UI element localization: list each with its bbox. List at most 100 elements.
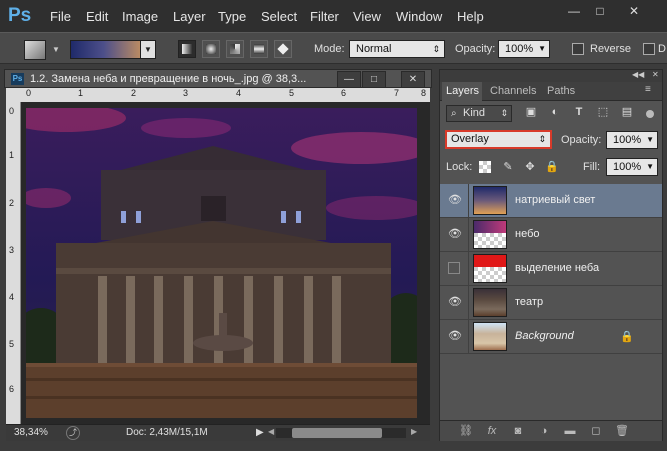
photoshop-logo: Ps [8,5,32,26]
layer-row-sky-selection[interactable]: выделение неба [440,252,662,286]
close-panel-icon[interactable]: ✕ [652,70,659,79]
eye-icon[interactable]: 👁 [448,330,462,343]
lock-label: Lock: [446,161,473,173]
layer-thumbnail[interactable] [473,186,507,215]
red-mask-fill [474,255,506,267]
chevron-down-icon[interactable]: ▼ [52,45,60,54]
reverse-checkbox[interactable] [572,43,584,55]
layer-name[interactable]: выделение неба [515,262,599,274]
lock-transparency-icon[interactable] [479,161,491,173]
menu-type[interactable]: Type [218,9,246,24]
layer-thumbnail[interactable] [473,254,507,283]
lock-all-icon[interactable]: 🔒 [545,160,559,174]
shape-filter-icon[interactable]: ⬚ [596,105,610,119]
layer-style-icon[interactable]: fx [484,424,500,438]
document-info[interactable]: Doc: 2,43M/15,1M [126,427,208,438]
minimize-window-button[interactable]: — [566,4,582,18]
layer-name[interactable]: Background [515,330,574,342]
tab-paths[interactable]: Paths [547,85,575,97]
layer-name[interactable]: небо [515,228,540,240]
menu-image[interactable]: Image [122,9,158,24]
document-canvas[interactable] [26,108,417,418]
eye-icon[interactable]: 👁 [448,228,462,241]
type-filter-icon[interactable]: T [572,105,586,119]
pixel-filter-icon[interactable]: ▣ [524,105,538,119]
menu-edit[interactable]: Edit [86,9,108,24]
gradient-tool-preset-icon[interactable] [24,40,46,60]
eye-icon[interactable]: 👁 [448,296,462,309]
radial-gradient-button[interactable] [202,40,220,58]
layer-row-natrium-light[interactable]: 👁 натриевый свет [440,184,662,218]
chevron-down-icon: ▼ [646,135,654,144]
layer-name[interactable]: натриевый свет [515,194,595,206]
menu-file[interactable]: File [50,9,71,24]
visibility-toggle[interactable] [448,262,460,274]
opacity-value: 100% [505,43,534,55]
layer-thumbnail[interactable] [473,288,507,317]
diamond-gradient-button[interactable] [274,40,292,58]
tab-channels[interactable]: Channels [490,85,536,97]
filter-toggle-icon[interactable] [646,110,654,118]
adjustment-filter-icon[interactable]: ◐ [548,105,562,119]
dither-checkbox[interactable] [643,43,655,55]
tab-layers[interactable]: Layers [446,85,479,97]
document-tab[interactable]: Ps 1.2. Замена неба и превращение в ночь… [4,69,432,88]
menu-select[interactable]: Select [261,9,297,24]
new-layer-icon[interactable]: ◻ [588,424,604,438]
divider [468,320,469,353]
fill-input[interactable]: 100% ▼ [606,158,658,176]
menu-view[interactable]: View [353,9,381,24]
blend-mode-select[interactable]: Overlay ⇕ [445,130,552,149]
menu-help[interactable]: Help [457,9,484,24]
eye-icon[interactable]: 👁 [448,194,462,207]
linear-gradient-button[interactable] [178,40,196,58]
diamond-gradient-icon [277,43,289,55]
add-mask-icon[interactable]: ◙ [510,424,526,438]
layer-opacity-input[interactable]: 100% ▼ [606,131,658,149]
ruler-label: 5 [289,88,295,98]
new-group-icon[interactable]: ▬ [562,424,578,438]
filter-kind-select[interactable]: ⌕ Kind ⇕ [446,105,512,122]
layer-filter-row: ⌕ Kind ⇕ ▣ ◐ T ⬚ ▤ [440,100,662,126]
sky-thumbnail-fill [474,221,506,233]
doc-minimize-button[interactable]: — [337,71,361,88]
layer-thumbnail[interactable] [473,322,507,351]
link-layers-icon[interactable]: ⛓ [458,424,474,438]
gradient-picker-dropdown[interactable]: ▼ [140,40,156,59]
menu-window[interactable]: Window [396,9,442,24]
menu-layer[interactable]: Layer [173,9,206,24]
panel-menu-icon[interactable]: ≡ [645,84,651,95]
share-icon[interactable]: ⤴ [66,426,80,440]
delete-layer-icon[interactable]: 🗑 [614,424,630,438]
zoom-level[interactable]: 38,34% [14,427,48,438]
angle-gradient-button[interactable] [226,40,244,58]
restore-window-button[interactable]: □ [592,4,608,18]
chevron-down-icon: ▼ [538,44,546,53]
layer-row-background[interactable]: 👁 Background 🔒 [440,320,662,354]
layer-name[interactable]: театр [515,296,543,308]
play-arrow-icon[interactable]: ▶ [256,427,264,438]
adjustment-layer-icon[interactable]: ◑ [536,424,552,438]
opacity-input[interactable]: 100% ▼ [498,40,550,58]
layer-row-theatre[interactable]: 👁 театр [440,286,662,320]
updown-arrows-icon: ⇕ [538,134,546,144]
layer-row-sky[interactable]: 👁 небо [440,218,662,252]
scroll-left-icon[interactable]: ◀ [268,427,274,436]
scrollbar-thumb[interactable] [292,428,382,438]
mode-select[interactable]: Normal ⇕ [349,40,445,58]
close-window-button[interactable]: ✕ [626,4,642,18]
lock-icon: 🔒 [620,331,634,343]
smart-object-filter-icon[interactable]: ▤ [620,105,634,119]
lock-position-icon[interactable]: ✥ [523,160,537,174]
layer-thumbnail[interactable] [473,220,507,249]
lock-brush-icon[interactable]: ✎ [501,160,515,174]
reflected-gradient-button[interactable] [250,40,268,58]
scroll-right-icon[interactable]: ▶ [411,427,417,436]
reflected-gradient-icon [254,44,264,54]
doc-close-button[interactable]: ✕ [401,71,425,88]
doc-restore-button[interactable]: □ [362,71,386,88]
canvas-area[interactable] [21,102,430,424]
ruler-label: 2 [131,88,137,98]
collapse-panel-icon[interactable]: ◀◀ [632,70,644,79]
menu-filter[interactable]: Filter [310,9,339,24]
